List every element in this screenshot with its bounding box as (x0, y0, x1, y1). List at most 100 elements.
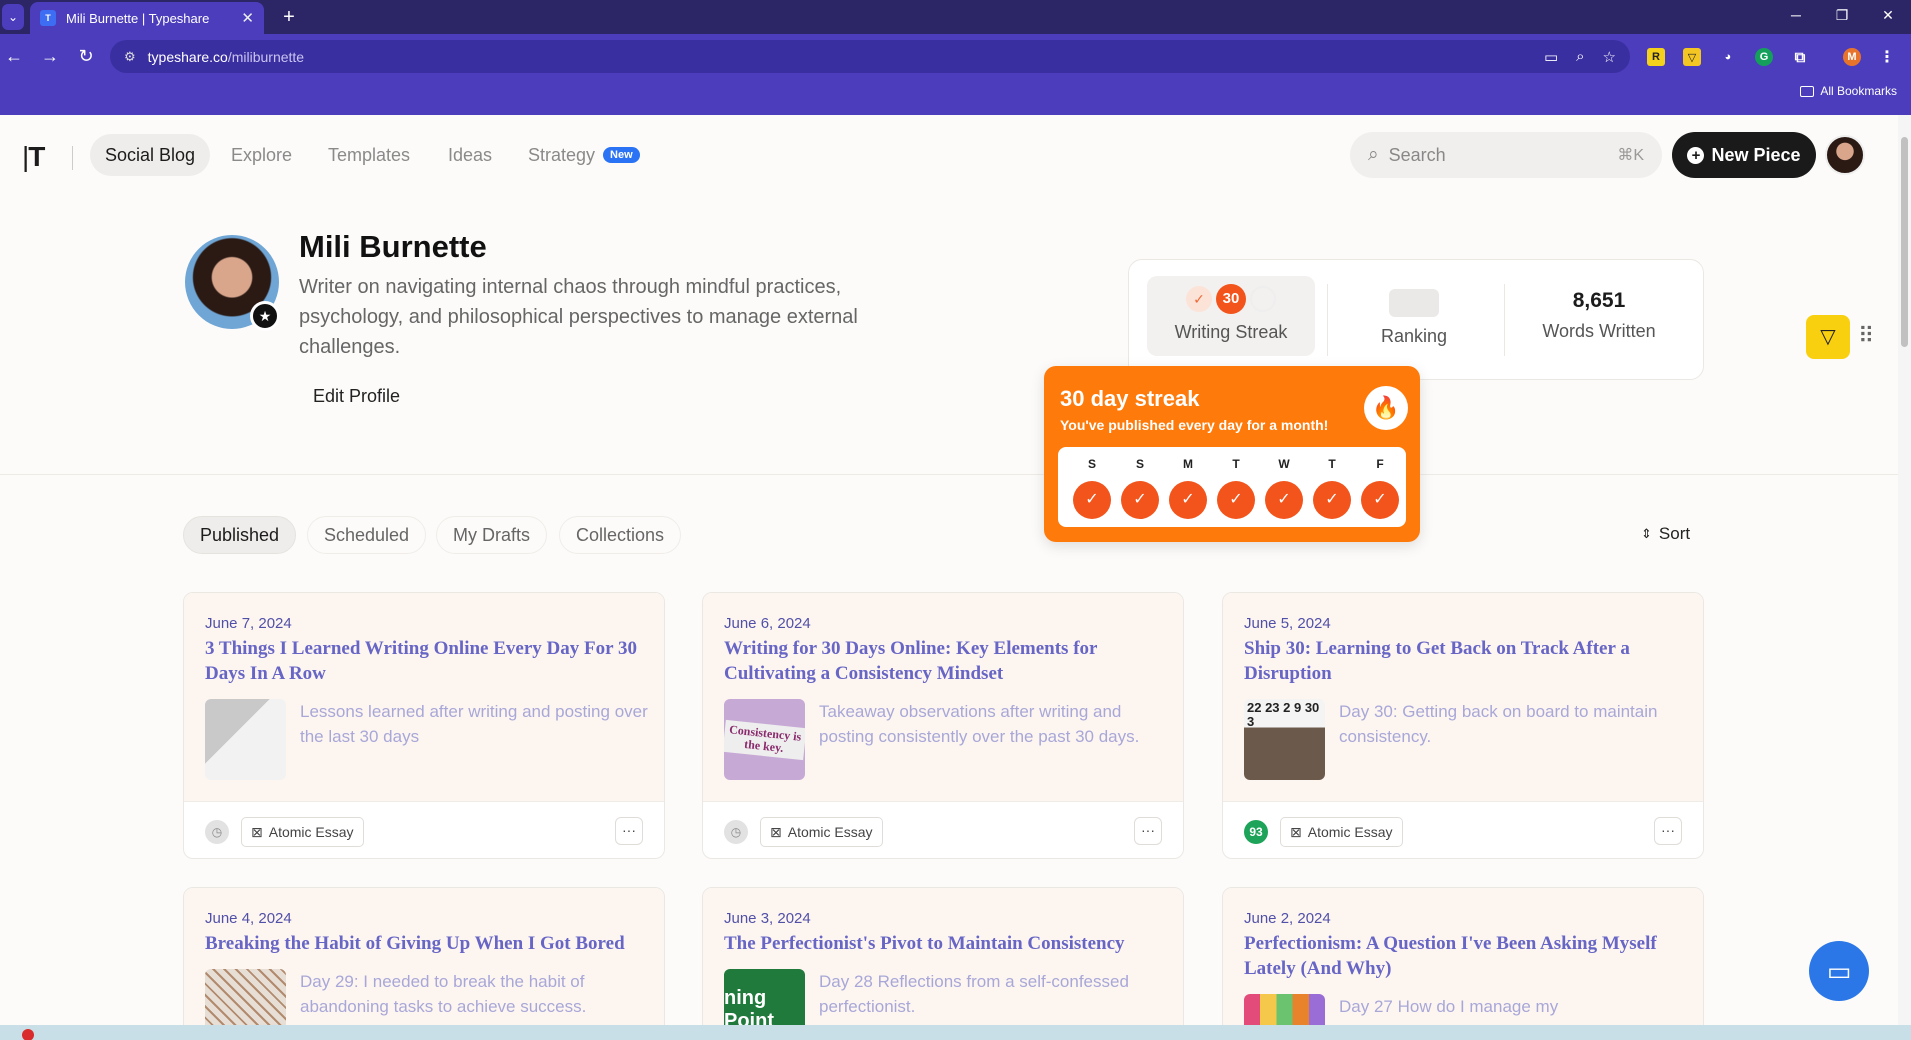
close-icon[interactable]: ✕ (241, 9, 254, 27)
ranking-stat[interactable]: Ranking (1329, 276, 1499, 356)
card-title[interactable]: 3 Things I Learned Writing Online Every … (205, 636, 645, 686)
more-options-button[interactable]: ··· (1654, 817, 1682, 845)
card-title[interactable]: The Perfectionist's Pivot to Maintain Co… (724, 931, 1164, 956)
nav-ideas[interactable]: Ideas (433, 134, 507, 176)
words-written-stat: 8,651 Words Written (1509, 276, 1689, 356)
sort-button[interactable]: ⇕ Sort (1641, 524, 1690, 544)
reload-icon: ↻ (78, 45, 94, 66)
tab-search-button[interactable]: ⌄ (2, 4, 24, 30)
post-card[interactable]: June 6, 2024 Writing for 30 Days Online:… (702, 592, 1184, 859)
day-label: T (1232, 457, 1240, 471)
site-info-icon[interactable]: ⚙ (124, 49, 136, 65)
card-date: June 6, 2024 (724, 615, 811, 632)
nav-strategy[interactable]: Strategy New (513, 134, 655, 176)
typeshare-favicon-icon: T (40, 10, 56, 26)
typeshare-logo[interactable]: |T (22, 141, 45, 173)
grammarly-icon[interactable]: G (1755, 48, 1773, 66)
all-bookmarks-label: All Bookmarks (1820, 84, 1897, 98)
bookmark-star-icon[interactable]: ☆ (1603, 48, 1616, 66)
close-window-button[interactable]: ✕ (1865, 0, 1911, 30)
card-body: June 4, 2024 Breaking the Habit of Givin… (184, 888, 664, 1040)
post-card[interactable]: June 3, 2024 The Perfectionist's Pivot t… (702, 887, 1184, 1040)
notification-icon[interactable] (22, 1029, 34, 1040)
check-icon: ✓ (1265, 481, 1303, 519)
card-body: June 2, 2024 Perfectionism: A Question I… (1223, 888, 1703, 1040)
zoom-icon[interactable]: ⌕ (1576, 48, 1584, 65)
new-badge: New (603, 147, 640, 163)
profile-name: Mili Burnette (299, 229, 487, 264)
nav-explore-label: Explore (231, 144, 293, 165)
restore-button[interactable]: ❐ (1819, 0, 1865, 30)
card-date: June 4, 2024 (205, 910, 292, 927)
chat-support-button[interactable]: ▭ (1809, 941, 1869, 1001)
card-title[interactable]: Perfectionism: A Question I've Been Aski… (1244, 931, 1684, 981)
drag-handle-icon[interactable]: ⠿ (1858, 323, 1874, 349)
new-piece-button[interactable]: + New Piece (1672, 132, 1816, 178)
post-card[interactable]: June 4, 2024 Breaking the Habit of Givin… (183, 887, 665, 1040)
logo-letter: T (28, 141, 45, 172)
browser-tab[interactable]: T Mili Burnette | Typeshare ✕ (30, 2, 264, 34)
cast-icon[interactable]: ▭ (1544, 48, 1558, 66)
os-taskbar (0, 1025, 1911, 1040)
day-label: S (1087, 457, 1096, 471)
edit-profile-button[interactable]: Edit Profile (313, 386, 400, 407)
thumbnail-text: Consistency is the key. (724, 719, 805, 760)
browser-menu-icon[interactable]: ⋮ (1878, 48, 1896, 66)
atomic-essay-icon: ⊠ (770, 823, 782, 840)
post-type-chip[interactable]: ⊠ Atomic Essay (241, 817, 364, 847)
card-title[interactable]: Breaking the Habit of Giving Up When I G… (205, 931, 645, 956)
tab-scheduled[interactable]: Scheduled (307, 516, 427, 554)
check-icon: ✓ (1073, 481, 1111, 519)
new-tab-button[interactable]: + (276, 4, 302, 30)
card-body: June 6, 2024 Writing for 30 Days Online:… (703, 593, 1183, 801)
writing-streak-stat[interactable]: ✓ 30 Writing Streak (1147, 276, 1315, 356)
card-title[interactable]: Writing for 30 Days Online: Key Elements… (724, 636, 1164, 686)
tab-published-label: Published (200, 524, 280, 545)
ranking-placeholder (1389, 289, 1439, 317)
arrow-right-icon: → (41, 45, 59, 66)
card-title[interactable]: Ship 30: Learning to Get Back on Track A… (1244, 636, 1684, 686)
floating-filter-button[interactable]: ▽ (1806, 315, 1850, 359)
post-type-chip[interactable]: ⊠ Atomic Essay (1280, 817, 1403, 847)
user-avatar[interactable] (1825, 135, 1865, 175)
atomic-essay-icon: ⊠ (1290, 823, 1302, 840)
extension-r-icon[interactable]: R (1647, 48, 1665, 66)
extensions-puzzle-icon[interactable]: ⧉ (1791, 48, 1809, 66)
reload-button[interactable]: ↻ (72, 42, 100, 70)
post-card[interactable]: June 7, 2024 3 Things I Learned Writing … (183, 592, 665, 859)
card-date: June 2, 2024 (1244, 910, 1331, 927)
minimize-button[interactable]: ─ (1773, 0, 1819, 30)
back-button[interactable]: ← (0, 42, 28, 70)
more-options-button[interactable]: ··· (1134, 817, 1162, 845)
address-bar[interactable]: ⚙ typeshare.co/miliburnette ▭ ⌕ ☆ (110, 40, 1630, 73)
tab-title: Mili Burnette | Typeshare (66, 10, 210, 26)
nav-explore[interactable]: Explore (216, 134, 307, 176)
tab-my-drafts-label: My Drafts (453, 524, 531, 545)
card-date: June 7, 2024 (205, 615, 292, 632)
more-options-button[interactable]: ··· (615, 817, 643, 845)
tab-published[interactable]: Published (183, 516, 297, 554)
nav-templates[interactable]: Templates (313, 134, 425, 176)
stats-panel: ✓ 30 Writing Streak Ranking 8,651 Words … (1128, 259, 1704, 380)
post-card[interactable]: June 5, 2024 Ship 30: Learning to Get Ba… (1222, 592, 1704, 859)
search-icon: ⌕ (1368, 144, 1379, 165)
all-bookmarks-button[interactable]: All Bookmarks (1800, 84, 1897, 98)
post-type-chip[interactable]: ⊠ Atomic Essay (760, 817, 883, 847)
search-input[interactable]: ⌕ Search ⌘K (1350, 132, 1662, 178)
check-icon: ✓ (1169, 481, 1207, 519)
day-label: T (1328, 457, 1336, 471)
extension-color-icon[interactable]: ◕ (1719, 48, 1737, 66)
browser-toolbar: ← → ↻ ⚙ typeshare.co/miliburnette ▭ ⌕ ☆ … (0, 34, 1911, 78)
browser-profile-avatar[interactable]: M (1843, 48, 1861, 66)
scrollbar-thumb[interactable] (1901, 137, 1908, 347)
extension-filter-icon[interactable]: ▽ (1683, 48, 1701, 66)
tab-scheduled-label: Scheduled (324, 524, 410, 545)
page-scrollbar[interactable] (1898, 115, 1911, 1025)
tab-my-drafts[interactable]: My Drafts (436, 516, 548, 554)
nav-social-blog[interactable]: Social Blog (90, 134, 211, 176)
tab-collections[interactable]: Collections (559, 516, 682, 554)
streak-indicators: ✓ 30 (1147, 284, 1315, 314)
post-type-label: Atomic Essay (1307, 824, 1393, 840)
forward-button[interactable]: → (36, 42, 64, 70)
post-card[interactable]: June 2, 2024 Perfectionism: A Question I… (1222, 887, 1704, 1040)
